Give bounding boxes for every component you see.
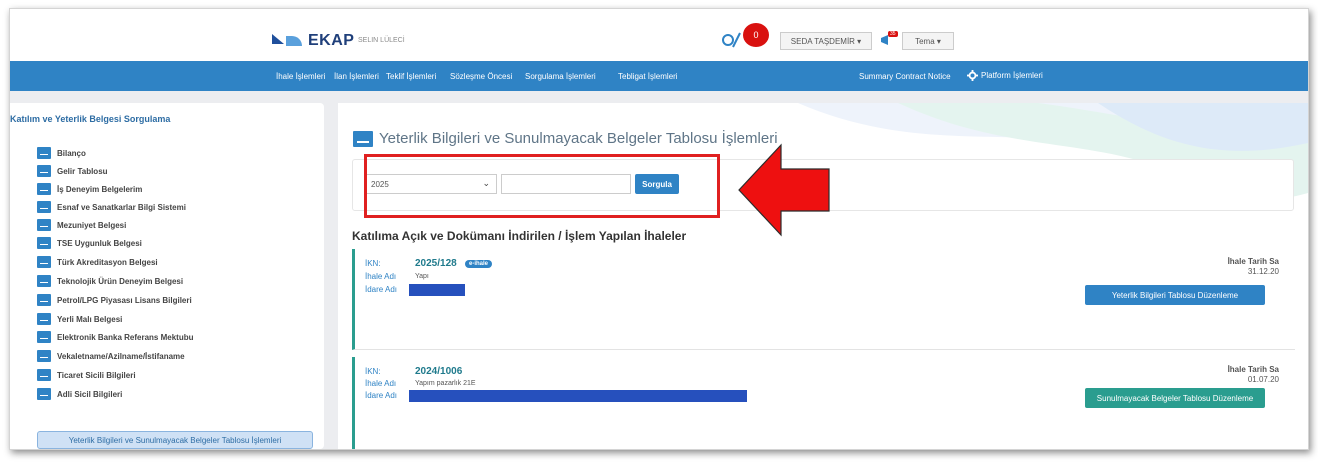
user-menu-button[interactable]: SEDA TAŞDEMİR ▾ [780, 32, 872, 50]
main-navbar: İhale İşlemleri İlan İşlemleri Teklif İş… [10, 61, 1308, 91]
yeterlik-duzenleme-button[interactable]: Yeterlik Bilgileri Tablosu Düzenleme [1085, 285, 1265, 305]
nav-platform-islemleri[interactable]: Platform İşlemleri [967, 70, 1043, 81]
notification-badge[interactable]: 0 [743, 23, 769, 47]
theme-menu-button[interactable]: Tema ▾ [902, 32, 954, 50]
sidebar-item[interactable]: Esnaf ve Sanatkarlar Bilgi Sistemi [37, 200, 186, 214]
announcements-button[interactable]: 35 [880, 31, 900, 47]
sidebar-item-label: Adli Sicil Bilgileri [57, 389, 123, 399]
sidebar-item[interactable]: Yerli Malı Belgesi [37, 312, 122, 326]
screenshot-frame: EKAP SELIN LÜLECİ 0 SEDA TAŞDEMİR ▾ 35 T… [9, 8, 1309, 450]
tender-name: Yapı [415, 273, 429, 280]
platform-label: Platform İşlemleri [981, 71, 1043, 80]
top-header: EKAP SELIN LÜLECİ 0 SEDA TAŞDEMİR ▾ 35 T… [10, 9, 1308, 61]
tender-card: İKN: 2025/128 e-ihale İhale Adı Yapı İda… [352, 249, 1295, 350]
document-icon [37, 369, 51, 381]
document-icon [37, 165, 51, 177]
search-icon[interactable] [720, 31, 742, 49]
nav-ihale-islemleri[interactable]: İhale İşlemleri [276, 72, 325, 81]
sidebar-item[interactable]: Türk Akreditasyon Belgesi [37, 255, 158, 269]
document-icon [37, 237, 51, 249]
ikn-label: İKN: [365, 367, 381, 376]
ihale-adi-label: İhale Adı [365, 272, 397, 281]
sidebar-item-label: Bilanço [57, 148, 86, 158]
document-icon [37, 219, 51, 231]
sidebar-item[interactable]: Vekaletname/Azilname/İstifaname [37, 349, 185, 363]
sidebar-item-label: Petrol/LPG Piyasası Lisans Bilgileri [57, 295, 192, 305]
sidebar-item-label: Türk Akreditasyon Belgesi [57, 257, 158, 267]
sidebar-item-label: Teknolojik Ürün Deneyim Belgesi [57, 276, 184, 286]
document-icon [37, 350, 51, 362]
document-icon [37, 183, 51, 195]
document-icon [37, 388, 51, 400]
document-icon [37, 275, 51, 287]
sidebar-item[interactable]: Gelir Tablosu [37, 164, 108, 178]
tender-date-label: İhale Tarih Sa [1227, 365, 1279, 374]
idare-adi-label: İdare Adı [365, 391, 398, 400]
content-area: Katılım ve Yeterlik Belgesi Sorgulama Bi… [10, 91, 1308, 449]
tender-card: İKN: 2024/1006 İhale Adı Yapım pazarlık … [352, 357, 1295, 449]
tender-date: 01.07.20 [1247, 375, 1279, 384]
document-icon [37, 294, 51, 306]
tender-ikn: 2024/1006 [415, 366, 463, 377]
e-ihale-badge: e-ihale [465, 260, 493, 268]
nav-tebligat-islemleri[interactable]: Tebligat İşlemleri [618, 72, 678, 81]
sidebar-item-label: Elektronik Banka Referans Mektubu [57, 332, 194, 342]
highlight-box [364, 154, 720, 218]
gear-icon [967, 70, 978, 81]
document-icon [37, 331, 51, 343]
sidebar-item-active[interactable]: Yeterlik Bilgileri ve Sunulmayacak Belge… [37, 431, 313, 449]
section-heading: Katılıma Açık ve Dokümanı İndirilen / İş… [352, 229, 687, 243]
sidebar-item[interactable]: Adli Sicil Bilgileri [37, 387, 122, 401]
tender-date-label: İhale Tarih Sa [1227, 257, 1279, 266]
nav-sozlesme-oncesi[interactable]: Sözleşme Öncesi [450, 72, 512, 81]
sunulmayacak-duzenleme-button[interactable]: Sunulmayacak Belgeler Tablosu Düzenleme [1085, 388, 1265, 408]
table-icon [353, 130, 373, 147]
sidebar-item-label: İş Deneyim Belgelerim [57, 184, 143, 194]
idare-adi-label: İdare Adı [365, 285, 398, 294]
sidebar-item-label: Yerli Malı Belgesi [57, 314, 123, 324]
sidebar-item[interactable]: Bilanço [37, 146, 86, 160]
red-arrow-icon [738, 143, 830, 237]
nav-teklif-islemleri[interactable]: Teklif İşlemleri [386, 72, 436, 81]
sidebar-item-label: TSE Uygunluk Belgesi [57, 238, 142, 248]
sidebar-item[interactable]: Mezuniyet Belgesi [37, 218, 126, 232]
sidebar-item[interactable]: Ticaret Sicili Bilgileri [37, 368, 136, 382]
sidebar-item-label: Vekaletname/Azilname/İstifaname [57, 351, 185, 361]
nav-summary-contract-notice[interactable]: Summary Contract Notice [859, 72, 951, 81]
tender-ikn: 2025/128 [415, 258, 457, 269]
sidebar-item-label: Mezuniyet Belgesi [57, 220, 127, 230]
ihale-adi-label: İhale Adı [365, 379, 397, 388]
document-icon [37, 313, 51, 325]
sidebar-item[interactable]: Petrol/LPG Piyasası Lisans Bilgileri [37, 293, 192, 307]
tender-name: Yapım pazarlık 21E [415, 380, 476, 387]
logo-text: EKAP [308, 32, 355, 49]
ikn-label: İKN: [365, 259, 381, 268]
logo-swoosh-icon [286, 36, 302, 46]
sidebar-item[interactable]: Elektronik Banka Referans Mektubu [37, 330, 193, 344]
page-title: Yeterlik Bilgileri ve Sunulmayacak Belge… [353, 130, 778, 147]
redacted-institution [409, 390, 747, 402]
nav-sorgulama-islemleri[interactable]: Sorgulama İşlemleri [525, 72, 596, 81]
logo-mark-icon [272, 34, 284, 44]
sidebar-title: Katılım ve Yeterlik Belgesi Sorgulama [10, 114, 171, 124]
document-icon [37, 256, 51, 268]
sidebar-item[interactable]: TSE Uygunluk Belgesi [37, 236, 142, 250]
sidebar-item[interactable]: Teknolojik Ürün Deneyim Belgesi [37, 274, 183, 288]
sidebar-item[interactable]: İş Deneyim Belgelerim [37, 182, 142, 196]
sidebar-item-label: Gelir Tablosu [57, 166, 108, 176]
sidebar-item-label: Esnaf ve Sanatkarlar Bilgi Sistemi [57, 202, 186, 212]
sidebar-item-label: Ticaret Sicili Bilgileri [57, 370, 136, 380]
redacted-institution [409, 284, 465, 296]
document-icon [37, 147, 51, 159]
logo-subtitle: SELIN LÜLECİ [358, 37, 405, 44]
tender-date: 31.12.20 [1247, 267, 1279, 276]
document-icon [37, 201, 51, 213]
sidebar: Katılım ve Yeterlik Belgesi Sorgulama Bi… [10, 103, 324, 449]
announcement-count: 35 [888, 31, 898, 37]
nav-ilan-islemleri[interactable]: İlan İşlemleri [334, 72, 379, 81]
page-title-text: Yeterlik Bilgileri ve Sunulmayacak Belge… [379, 130, 778, 147]
